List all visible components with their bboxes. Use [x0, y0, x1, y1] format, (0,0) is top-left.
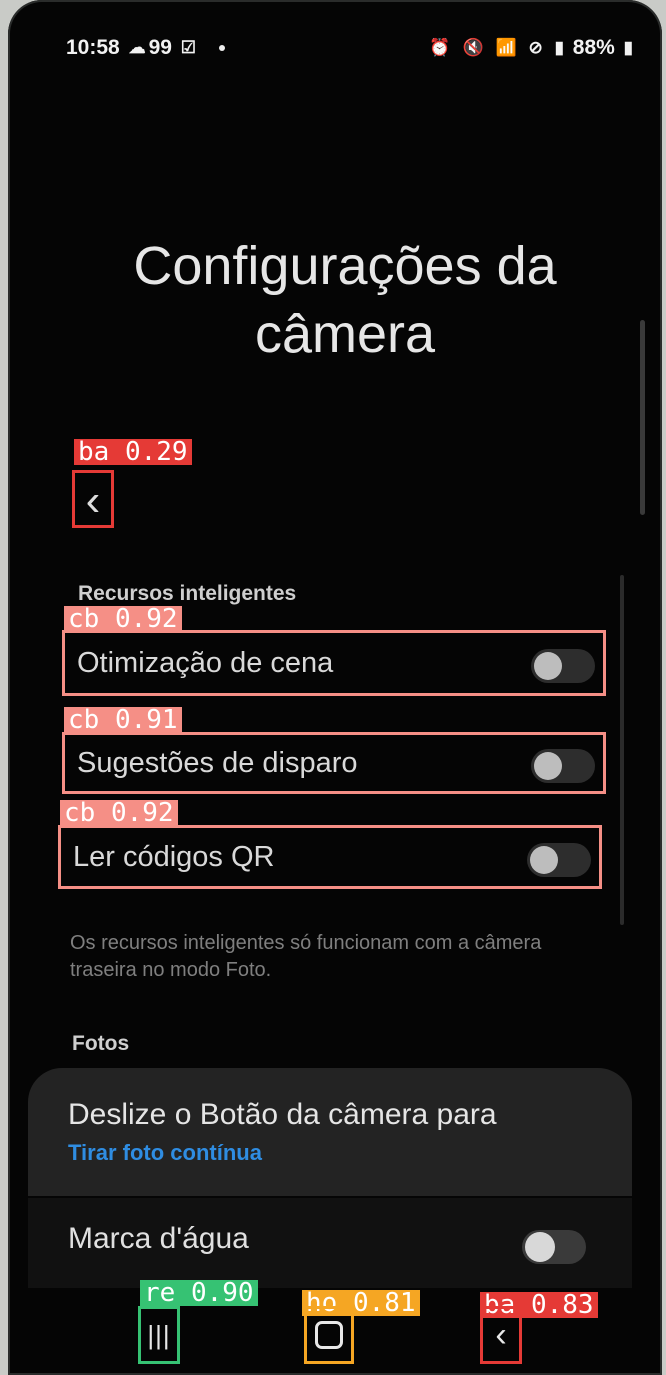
notification-dot-icon	[218, 45, 225, 52]
section-header-smart: Recursos inteligentes	[78, 582, 297, 605]
wifi-icon: 📶	[495, 38, 517, 58]
status-badge: 99	[148, 36, 172, 59]
swipe-camera-button-setting[interactable]: Deslize o Botão da câmera para Tirar fot…	[28, 1068, 632, 1196]
status-bar: 10:58 ☁ 99 ☑ ⏰ 🔇 📶 ⊘ ▮ 88% ▮	[66, 36, 636, 64]
smart-features-note: Os recursos inteligentes só funcionam co…	[70, 932, 542, 981]
dnd-icon: ⊘	[528, 38, 543, 58]
scan-qr-row[interactable]: Ler códigos QR	[58, 825, 602, 889]
setting-value: Tirar foto contínua	[68, 1140, 262, 1165]
toggle-knob	[534, 652, 562, 680]
alarm-icon: ⏰	[429, 38, 451, 58]
toggle-knob	[530, 846, 558, 874]
signal-icon: ▮	[554, 38, 564, 58]
status-time: 10:58	[66, 36, 120, 59]
scrollbar-top[interactable]	[640, 320, 645, 515]
scan-qr-toggle[interactable]	[527, 843, 591, 877]
cloud-icon: ☁	[128, 38, 146, 58]
scene-optimization-toggle[interactable]	[531, 649, 595, 683]
setting-title: Deslize o Botão da câmera para	[68, 1098, 497, 1131]
mute-icon: 🔇	[462, 38, 484, 58]
watermark-row[interactable]: Marca d'água	[28, 1198, 632, 1288]
row-label: Ler códigos QR	[73, 841, 275, 873]
chevron-left-icon: ‹	[85, 476, 101, 525]
battery-icon: ▮	[623, 38, 633, 58]
setting-title: Marca d'água	[68, 1222, 249, 1255]
toggle-knob	[534, 752, 562, 780]
recent-apps-button[interactable]: |||	[138, 1306, 180, 1364]
detection-label: cb 0.91	[64, 707, 182, 733]
toggle-knob	[525, 1232, 555, 1262]
shot-suggestions-toggle[interactable]	[531, 749, 595, 783]
back-button[interactable]: ‹	[480, 1306, 522, 1364]
chevron-left-icon: ‹	[495, 1315, 507, 1354]
page-title: Configurações da câmera	[133, 236, 557, 364]
section-header-photos: Fotos	[72, 1032, 130, 1055]
home-button[interactable]	[304, 1306, 354, 1364]
row-label: Otimização de cena	[77, 647, 334, 679]
home-icon	[315, 1321, 343, 1349]
watermark-toggle[interactable]	[522, 1230, 586, 1264]
scrollbar-list[interactable]	[620, 575, 624, 925]
row-label: Sugestões de disparo	[77, 747, 358, 779]
detection-label: cb 0.92	[64, 606, 182, 632]
back-button-top[interactable]: ‹	[72, 470, 114, 528]
scene-optimization-row[interactable]: Otimização de cena	[62, 630, 606, 696]
battery-level: 88%	[572, 36, 615, 59]
phone-screen: 10:58 ☁ 99 ☑ ⏰ 🔇 📶 ⊘ ▮ 88% ▮ Configuraçõe…	[8, 0, 662, 1375]
shot-suggestions-row[interactable]: Sugestões de disparo	[62, 732, 606, 794]
check-square-icon: ☑	[180, 38, 197, 58]
detection-label: re 0.90	[140, 1280, 258, 1306]
detection-label: cb 0.92	[60, 800, 178, 826]
detection-label: ba 0.29	[74, 439, 192, 465]
recent-apps-icon: |||	[147, 1319, 171, 1350]
